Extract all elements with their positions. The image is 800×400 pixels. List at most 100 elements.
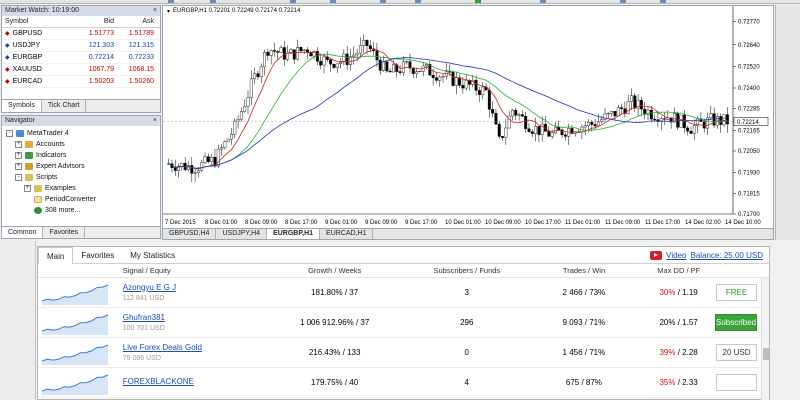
column-symbol[interactable]: Symbol xyxy=(2,16,78,27)
navigator-item[interactable]: - Scripts xyxy=(2,172,160,183)
navigator-item[interactable]: + Expert Advisors xyxy=(2,161,160,172)
script-file-icon xyxy=(34,196,42,203)
candle-body xyxy=(239,111,243,120)
candle-body xyxy=(276,51,280,53)
tab-favorites[interactable]: Favorites xyxy=(43,227,86,238)
candlestick-chart[interactable]: 0.72770 0.72640 0.72520 0.72400 0.72285 0.721… xyxy=(163,6,774,229)
market-watch-title-text: Market Watch: 10:19:00 xyxy=(5,7,80,14)
signal-row[interactable]: Live Forex Deals Gold 79 086 USD 216.43% /… xyxy=(38,338,769,368)
toolbar-icon[interactable] xyxy=(540,0,546,3)
signal-growth: 216.43% / 133 xyxy=(308,348,361,357)
candle-body xyxy=(517,114,521,116)
signal-name-link[interactable]: Live Forex Deals Gold xyxy=(123,343,263,352)
navigator-item[interactable]: + Indicators xyxy=(2,150,160,161)
signal-row[interactable]: FOREXBLACKONE 179.75% / 40 4 675 / 87% 35% /… xyxy=(38,368,769,398)
collapse-icon[interactable]: - xyxy=(6,130,13,137)
header-maxdd-pf[interactable]: Max DD / PF xyxy=(641,264,716,277)
close-icon[interactable]: × xyxy=(153,116,157,126)
close-icon[interactable]: × xyxy=(153,6,157,16)
navigator-title-text: Navigator xyxy=(5,117,35,124)
chart-tab[interactable]: GBPUSD,H4 xyxy=(163,229,217,239)
market-watch-row[interactable]: ◆ EURCAD 1.50203 1.50260 xyxy=(2,76,160,88)
chart-symbol-info: EURGBP,H1 0.72201 0.72249 0.72174 0.7221… xyxy=(173,8,301,14)
navigator-item-label: Accounts xyxy=(36,141,65,148)
candle-body xyxy=(203,156,207,163)
toolbar-icon[interactable] xyxy=(475,0,481,3)
chart-menu-icon[interactable]: ▾ xyxy=(167,8,170,15)
balance-link[interactable]: Balance: 25.00 USD xyxy=(691,251,764,260)
candle-body xyxy=(530,131,534,134)
market-watch-row[interactable]: ◆ USDJPY 121.303 121.315 xyxy=(2,40,160,52)
signal-subscribers: 3 xyxy=(464,288,469,297)
navigator-title: Navigator × xyxy=(2,116,160,126)
video-icon[interactable] xyxy=(650,250,663,260)
price-chart[interactable]: 0.72770 0.72640 0.72520 0.72400 0.72285 0.721… xyxy=(162,5,774,229)
navigator-item[interactable]: 308 more... xyxy=(2,205,160,216)
column-ask[interactable]: Ask xyxy=(118,16,158,27)
market-watch-row[interactable]: ◆ GBPUSD 1.51773 1.51789 xyxy=(2,28,160,40)
signal-name-link[interactable]: FOREXBLACKONE xyxy=(123,377,263,386)
market-watch-row[interactable]: ◆ XAUUSD 1067.79 1068.15 xyxy=(2,64,160,76)
tab-tick-chart[interactable]: Tick Chart xyxy=(42,100,87,112)
candle-body xyxy=(454,77,458,86)
candle-body xyxy=(398,71,402,73)
candle-body xyxy=(553,126,557,134)
toolbar-icon[interactable] xyxy=(168,0,174,3)
tab-favorites-signals[interactable]: Favorites xyxy=(73,247,122,264)
candle-body xyxy=(180,162,184,167)
ask-price: 1.51789 xyxy=(128,30,154,37)
tab-symbols[interactable]: Symbols xyxy=(2,100,42,112)
header-signal-equity[interactable]: Signal / Equity xyxy=(123,264,263,277)
signal-subscribe-button[interactable]: Subscribed xyxy=(715,314,758,331)
header-spacer xyxy=(38,264,123,277)
equity-sparkline xyxy=(38,339,123,367)
signal-row[interactable]: Ghufran381 100 701 USD 1 006 912.96% / 37 2… xyxy=(38,308,769,338)
navigator-item[interactable]: PeriodConverter xyxy=(2,194,160,205)
tab-common[interactable]: Common xyxy=(2,227,44,238)
header-growth-weeks[interactable]: Growth / Weeks xyxy=(262,264,407,277)
chart-tab[interactable]: EURGBP,H1 xyxy=(267,229,321,239)
navigator-item[interactable]: + Accounts xyxy=(2,139,160,150)
toolbar-icon[interactable] xyxy=(290,0,296,3)
market-watch-row[interactable]: ◆ EURGBP 0.72214 0.72233 xyxy=(2,52,160,64)
signal-subscribers: 296 xyxy=(460,318,474,327)
ask-price: 1068.15 xyxy=(128,66,154,73)
signal-subscribe-button[interactable] xyxy=(716,374,758,391)
signals-scrollbar[interactable] xyxy=(761,278,769,400)
expand-icon[interactable]: + xyxy=(24,185,31,192)
chart-tab[interactable]: USDJPY,H4 xyxy=(216,229,268,239)
time-tick-label: 11 Dec 01:00 xyxy=(565,220,601,226)
scrollbar-thumb[interactable] xyxy=(763,348,769,360)
video-link[interactable]: Video xyxy=(666,251,686,260)
signal-name-link[interactable]: Ghufran381 xyxy=(123,313,263,322)
signal-subscribe-button[interactable]: FREE xyxy=(716,284,758,301)
candle-body xyxy=(527,128,531,132)
candle-body xyxy=(663,118,666,120)
signal-growth: 1 006 912.96% / 37 xyxy=(299,318,370,327)
accounts-icon xyxy=(25,141,33,148)
header-subscribers-funds[interactable]: Subscribers / Funds xyxy=(407,264,527,277)
navigator-item[interactable]: - MetaTrader 4 xyxy=(2,128,160,139)
chart-tab[interactable]: EURCAD,H1 xyxy=(320,229,374,239)
expand-icon[interactable]: + xyxy=(15,163,22,170)
toolbar-icon[interactable] xyxy=(380,0,386,3)
toolbar-icon[interactable] xyxy=(415,0,421,3)
header-trades-win[interactable]: Trades / Win xyxy=(527,264,642,277)
equity-sparkline xyxy=(38,369,123,397)
candle-body xyxy=(282,47,286,60)
signal-name-link[interactable]: Azongyu E G J xyxy=(123,283,263,292)
signal-row[interactable]: Azongyu E G J 112 841 USD 181.80% / 37 3 2 4… xyxy=(38,278,769,308)
navigator-item[interactable]: + Examples xyxy=(2,183,160,194)
expand-icon[interactable]: + xyxy=(15,141,22,148)
column-bid[interactable]: Bid xyxy=(78,16,118,27)
collapse-icon[interactable]: - xyxy=(15,174,22,181)
candle-body xyxy=(210,157,214,162)
toolbar-icon[interactable] xyxy=(620,0,626,3)
tab-main[interactable]: Main xyxy=(38,246,74,264)
expand-icon[interactable]: + xyxy=(15,152,22,159)
signal-subscribe-button[interactable]: 20 USD xyxy=(716,344,758,361)
tab-my-statistics[interactable]: My Statistics xyxy=(122,247,183,264)
toolbar-icon[interactable] xyxy=(330,0,336,3)
toolbar-icon[interactable] xyxy=(210,0,216,3)
toolbar-icon[interactable] xyxy=(660,0,666,3)
